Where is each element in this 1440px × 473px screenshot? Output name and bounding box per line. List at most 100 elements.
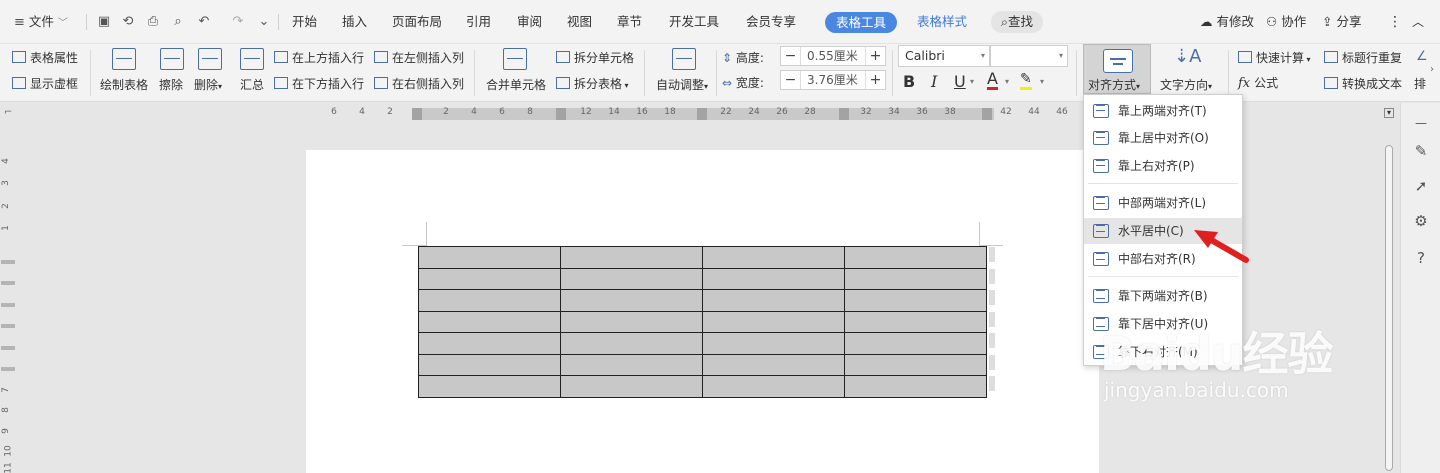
table-cell[interactable] bbox=[560, 267, 703, 290]
bold-button[interactable]: B bbox=[903, 72, 915, 91]
table-cell[interactable] bbox=[844, 375, 987, 398]
row-handle[interactable] bbox=[989, 290, 995, 305]
table-cell[interactable] bbox=[560, 246, 703, 269]
tab-table-tools[interactable]: 表格工具 bbox=[825, 12, 897, 33]
row-handle[interactable] bbox=[989, 376, 995, 391]
tab-table-style[interactable]: 表格样式 bbox=[917, 12, 967, 32]
ruler-marker[interactable] bbox=[839, 108, 849, 120]
table-cell[interactable] bbox=[844, 353, 987, 376]
dropdown-item[interactable]: 靠上两端对齐(T) bbox=[1084, 98, 1242, 124]
dropdown-item[interactable]: 中部两端对齐(L) bbox=[1084, 190, 1242, 216]
undo-icon[interactable]: ↶ bbox=[196, 14, 212, 30]
table-cell[interactable] bbox=[560, 375, 703, 398]
split-cells-button[interactable]: 拆分单元格 bbox=[556, 49, 634, 66]
tab-developer[interactable]: 开发工具 bbox=[669, 12, 719, 32]
ruler-marker[interactable] bbox=[697, 108, 707, 120]
document-table[interactable] bbox=[418, 246, 987, 398]
save-icon[interactable]: ▣ bbox=[96, 14, 112, 30]
redo-icon[interactable]: ↷ bbox=[230, 14, 246, 30]
format-painter-icon[interactable]: ⟲ bbox=[120, 14, 136, 30]
table-row[interactable] bbox=[418, 353, 987, 376]
italic-button[interactable]: I bbox=[931, 72, 937, 91]
row-handle[interactable] bbox=[989, 247, 995, 262]
title-repeat-button[interactable]: 标题行重复 bbox=[1324, 49, 1402, 66]
table-cell[interactable] bbox=[418, 332, 561, 355]
table-row[interactable] bbox=[418, 289, 987, 312]
tab-insert[interactable]: 插入 bbox=[342, 12, 367, 32]
more-icon[interactable]: ⋮ bbox=[1388, 12, 1402, 32]
row-handle[interactable] bbox=[989, 268, 995, 284]
tab-stop-icon[interactable]: ⌐ bbox=[4, 107, 12, 118]
ruler-marker[interactable] bbox=[412, 108, 422, 120]
table-cell[interactable] bbox=[560, 289, 703, 312]
tab-member[interactable]: 会员专享 bbox=[746, 12, 796, 32]
table-cell[interactable] bbox=[702, 353, 845, 376]
height-increase-button[interactable]: + bbox=[865, 47, 885, 65]
tab-page-layout[interactable]: 页面布局 bbox=[392, 12, 442, 32]
insert-col-left-button[interactable]: 在左侧插入列 bbox=[374, 49, 464, 66]
customize-icon[interactable]: ⌄ bbox=[256, 14, 272, 30]
sort-button[interactable]: 排 bbox=[1414, 75, 1426, 92]
search-button[interactable]: ⌕查找 bbox=[991, 11, 1043, 33]
table-cell[interactable] bbox=[844, 267, 987, 290]
highlight-icon[interactable]: ✎ bbox=[1020, 72, 1032, 90]
table-cell[interactable] bbox=[418, 310, 561, 333]
table-cell[interactable] bbox=[418, 289, 561, 312]
table-cell[interactable] bbox=[844, 310, 987, 333]
width-field[interactable]: − 3.76厘米 + bbox=[780, 70, 886, 90]
row-handle[interactable] bbox=[989, 333, 995, 348]
modified-button[interactable]: ☁ 有修改 bbox=[1200, 12, 1254, 32]
auto-fit-button[interactable]: 自动调整▾ bbox=[656, 76, 708, 93]
tab-references[interactable]: 引用 bbox=[466, 12, 491, 32]
table-row[interactable] bbox=[418, 267, 987, 290]
table-cell[interactable] bbox=[560, 310, 703, 333]
table-cell[interactable] bbox=[702, 310, 845, 333]
table-cell[interactable] bbox=[560, 353, 703, 376]
insert-row-below-button[interactable]: 在下方插入行 bbox=[274, 75, 364, 92]
collapse-icon[interactable]: ︿ bbox=[1412, 12, 1424, 32]
tab-home[interactable]: 开始 bbox=[292, 12, 317, 32]
insert-row-above-button[interactable]: 在上方插入行 bbox=[274, 49, 364, 66]
table-properties-button[interactable]: 表格属性 bbox=[12, 49, 78, 66]
split-table-button[interactable]: 拆分表格 ▾ bbox=[556, 75, 629, 92]
ruler-marker[interactable] bbox=[556, 108, 566, 120]
row-handle[interactable] bbox=[989, 354, 995, 370]
table-cell[interactable] bbox=[702, 267, 845, 290]
show-grid-button[interactable]: 显示虚框 bbox=[12, 75, 78, 92]
settings-icon[interactable]: ⚙ bbox=[1411, 211, 1431, 231]
font-color-button[interactable]: A bbox=[987, 71, 998, 90]
tab-chapter[interactable]: 章节 bbox=[617, 12, 642, 32]
width-increase-button[interactable]: + bbox=[865, 71, 885, 89]
height-decrease-button[interactable]: − bbox=[781, 47, 801, 65]
draw-table-button[interactable]: 绘制表格 bbox=[100, 76, 148, 93]
ribbon-scroll-icon[interactable]: › bbox=[1430, 64, 1434, 75]
height-field[interactable]: − 0.55厘米 + bbox=[780, 46, 886, 66]
tab-review[interactable]: 审阅 bbox=[517, 12, 542, 32]
share-button[interactable]: ⇪ 分享 bbox=[1322, 12, 1361, 32]
convert-text-button[interactable]: 转换成文本 bbox=[1324, 75, 1402, 92]
underline-button[interactable]: U bbox=[954, 72, 966, 91]
alignment-button[interactable]: 对齐方式▾ bbox=[1083, 44, 1151, 94]
cursor-icon[interactable]: ➚ bbox=[1411, 176, 1431, 196]
pen-icon[interactable]: ✎ bbox=[1411, 141, 1431, 161]
table-cell[interactable] bbox=[844, 332, 987, 355]
delete-button[interactable]: 删除▾ bbox=[194, 76, 222, 93]
table-row[interactable] bbox=[418, 375, 987, 398]
scrollbar-thumb[interactable] bbox=[1385, 145, 1393, 471]
width-decrease-button[interactable]: − bbox=[781, 71, 801, 89]
table-cell[interactable] bbox=[418, 246, 561, 269]
table-cell[interactable] bbox=[418, 375, 561, 398]
quick-calc-button[interactable]: 快速计算 ▾ bbox=[1238, 49, 1311, 66]
text-direction-button[interactable]: 文字方向▾ bbox=[1160, 76, 1212, 93]
preview-icon[interactable]: ⌕ bbox=[170, 14, 186, 30]
table-row[interactable] bbox=[418, 310, 987, 333]
table-cell[interactable] bbox=[418, 353, 561, 376]
dropdown-item[interactable]: 靠上居中对齐(O) bbox=[1084, 125, 1242, 151]
table-cell[interactable] bbox=[844, 246, 987, 269]
merge-cells-button[interactable]: 合并单元格 bbox=[486, 76, 546, 93]
font-size-select[interactable]: ▾ bbox=[990, 45, 1068, 67]
table-row[interactable] bbox=[418, 246, 987, 269]
summary-button[interactable]: 汇总 bbox=[240, 76, 264, 93]
table-cell[interactable] bbox=[560, 332, 703, 355]
erase-button[interactable]: 擦除 bbox=[159, 76, 183, 93]
